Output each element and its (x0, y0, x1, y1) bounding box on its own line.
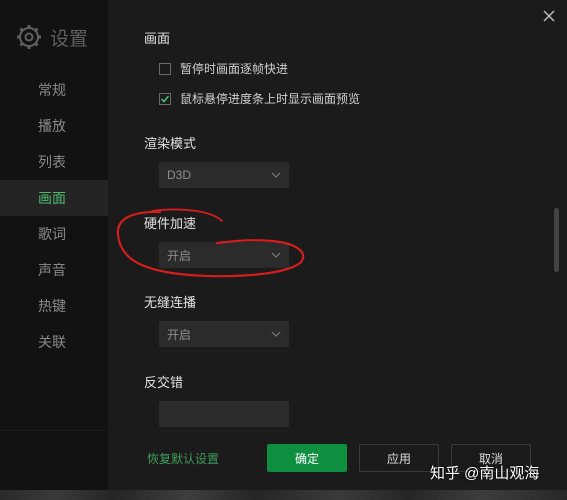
settings-title: 设置 (50, 28, 89, 50)
footer-divider (0, 430, 567, 431)
sidebar-item-lyrics[interactable]: 歌词 (0, 216, 108, 252)
pause-frame-step-checkbox[interactable] (159, 62, 171, 75)
hw-accel-select[interactable]: 开启 (159, 242, 289, 268)
sidebar-item-associations[interactable]: 关联 (0, 324, 108, 360)
hw-accel-value: 开启 (167, 248, 192, 263)
chevron-down-icon (271, 331, 281, 337)
bottom-strip (0, 490, 567, 500)
hover-preview-label: 鼠标悬停进度条上时显示画面预览 (180, 92, 361, 106)
sidebar-item-general[interactable]: 常规 (0, 72, 108, 108)
hover-preview-checkbox[interactable] (159, 92, 171, 105)
deinterlace-select[interactable] (159, 401, 289, 427)
seamless-play-title: 无缝连播 (144, 295, 197, 310)
deinterlace-title: 反交错 (144, 375, 184, 390)
watermark: 知乎 @南山观海 (430, 465, 540, 482)
apply-button[interactable]: 应用 (359, 444, 439, 472)
sidebar-nav: 常规 播放 列表 画面 歌词 声音 热键 关联 (0, 72, 108, 360)
sidebar-item-hotkeys[interactable]: 热键 (0, 288, 108, 324)
restore-defaults-link[interactable]: 恢复默认设置 (147, 450, 219, 467)
sidebar-header: 设置 (16, 22, 88, 52)
seamless-play-value: 开启 (167, 327, 192, 342)
checkmark-icon (160, 94, 170, 103)
seamless-play-select[interactable]: 开启 (159, 321, 289, 347)
chevron-down-icon (271, 172, 281, 178)
render-mode-value: D3D (167, 168, 192, 182)
render-mode-select[interactable]: D3D (159, 162, 289, 188)
chevron-down-icon (271, 252, 281, 258)
sidebar-item-playlist[interactable]: 列表 (0, 144, 108, 180)
sidebar-item-playback[interactable]: 播放 (0, 108, 108, 144)
pause-frame-step-option[interactable]: 暂停时画面逐帧快进 (159, 60, 288, 77)
scrollbar-thumb[interactable] (554, 208, 559, 272)
sidebar-item-picture[interactable]: 画面 (0, 180, 108, 216)
gear-icon (17, 25, 41, 49)
sidebar: 设置 常规 播放 列表 画面 歌词 声音 热键 关联 (0, 0, 108, 500)
pause-frame-step-label: 暂停时画面逐帧快进 (180, 62, 289, 76)
sidebar-item-sound[interactable]: 声音 (0, 252, 108, 288)
ok-button[interactable]: 确定 (267, 444, 347, 472)
picture-section-title: 画面 (144, 31, 171, 46)
hover-preview-option[interactable]: 鼠标悬停进度条上时显示画面预览 (159, 90, 360, 107)
hw-accel-title: 硬件加速 (144, 216, 197, 231)
settings-content: 画面 暂停时画面逐帧快进 鼠标悬停进度条上时显示画面预览 渲染模式 D3D 硬件… (108, 0, 558, 430)
render-mode-title: 渲染模式 (144, 136, 197, 151)
